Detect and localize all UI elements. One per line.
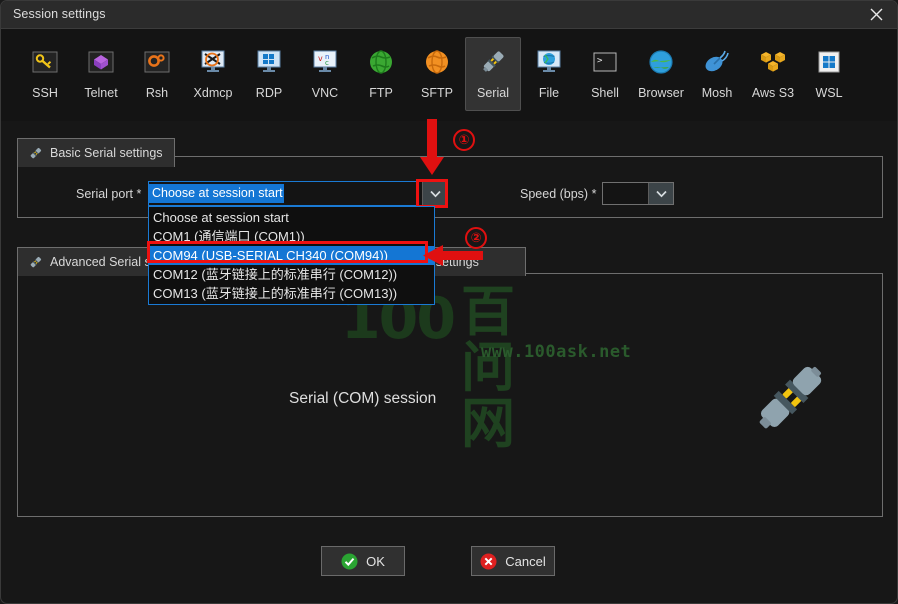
serial-plug-icon: [27, 145, 43, 161]
protocol-tool-label: FTP: [369, 86, 393, 100]
protocol-tool-label: SFTP: [421, 86, 453, 100]
x-monitor-icon: [197, 46, 229, 78]
x-circle-icon: [480, 553, 497, 570]
terminal-icon: >: [589, 46, 621, 78]
protocol-tool-mosh[interactable]: Mosh: [689, 37, 745, 111]
protocol-tool-label: Xdmcp: [194, 86, 233, 100]
svg-text:v: v: [318, 54, 323, 63]
orange-globe-icon: [421, 46, 453, 78]
check-circle-icon: [341, 553, 358, 570]
protocol-tool-list: SSH Telnet: [17, 37, 857, 111]
windows-icon: [813, 46, 845, 78]
protocol-tool-label: Shell: [591, 86, 619, 100]
protocol-tool-label: Rsh: [146, 86, 168, 100]
protocol-tool-ssh[interactable]: SSH: [17, 37, 73, 111]
file-monitor-icon: [533, 46, 565, 78]
annotation-marker-2: ②: [465, 227, 487, 249]
protocol-tool-label: Aws S3: [752, 86, 794, 100]
protocol-tool-sftp[interactable]: SFTP: [409, 37, 465, 111]
protocol-tool-wsl[interactable]: WSL: [801, 37, 857, 111]
protocol-tool-shell[interactable]: > Shell: [577, 37, 633, 111]
aws-cubes-icon: [757, 46, 789, 78]
protocol-tool-browser[interactable]: Browser: [633, 37, 689, 111]
close-icon: [870, 8, 883, 21]
svg-text:c: c: [325, 59, 329, 67]
serial-port-combobox[interactable]: Choose at session start: [148, 181, 448, 206]
session-settings-dialog: Session settings SSH: [0, 0, 898, 604]
windows-monitor-icon: [253, 46, 285, 78]
satellite-dish-icon: [701, 46, 733, 78]
protocol-tool-telnet[interactable]: Telnet: [73, 37, 129, 111]
protocol-tool-vnc[interactable]: v n c VNC: [297, 37, 353, 111]
dropdown-item-choose-at-session-start[interactable]: Choose at session start: [149, 208, 434, 227]
serial-port-dropdown-arrow[interactable]: [422, 182, 447, 205]
serial-plug-icon: [27, 254, 43, 270]
protocol-tool-serial[interactable]: Serial: [465, 37, 521, 111]
protocol-tool-label: WSL: [815, 86, 842, 100]
green-globe-icon: [365, 46, 397, 78]
serial-port-field[interactable]: Choose at session start: [149, 182, 422, 205]
serial-plug-illustration: [751, 359, 829, 437]
protocol-toolbar: SSH Telnet: [1, 29, 898, 121]
key-icon: [29, 46, 61, 78]
dropdown-item-com1[interactable]: COM1 (通信端口 (COM1)): [149, 227, 434, 246]
close-button[interactable]: [853, 1, 898, 28]
ok-button[interactable]: OK: [321, 546, 405, 576]
protocol-tool-label: SSH: [32, 86, 58, 100]
tab-basic-serial-settings-label: Basic Serial settings: [50, 146, 163, 160]
cancel-button[interactable]: Cancel: [471, 546, 555, 576]
protocol-tool-label: Telnet: [84, 86, 117, 100]
speed-dropdown-arrow[interactable]: [648, 183, 673, 204]
protocol-tool-aws-s3[interactable]: Aws S3: [745, 37, 801, 111]
protocol-tool-ftp[interactable]: FTP: [353, 37, 409, 111]
protocol-tool-file[interactable]: File: [521, 37, 577, 111]
protocol-tool-label: Mosh: [702, 86, 733, 100]
protocol-tool-label: Serial: [477, 86, 509, 100]
protocol-tool-rsh[interactable]: Rsh: [129, 37, 185, 111]
browser-globe-icon: [645, 46, 677, 78]
serial-plug-icon: [477, 46, 509, 78]
tab-basic-serial-settings[interactable]: Basic Serial settings: [17, 138, 175, 167]
chevron-down-icon: [430, 190, 441, 198]
title-bar: Session settings: [1, 1, 898, 29]
speed-combobox[interactable]: [602, 182, 674, 205]
cancel-button-label: Cancel: [505, 554, 545, 569]
ok-button-label: OK: [366, 554, 385, 569]
purple-cube-icon: [85, 46, 117, 78]
speed-field[interactable]: [603, 183, 648, 204]
window-title: Session settings: [13, 7, 106, 21]
serial-port-dropdown-list[interactable]: Choose at session start COM1 (通信端口 (COM1…: [148, 206, 435, 305]
protocol-tool-label: RDP: [256, 86, 282, 100]
annotation-marker-1: ①: [453, 129, 475, 151]
protocol-tool-rdp[interactable]: RDP: [241, 37, 297, 111]
protocol-tool-label: Browser: [638, 86, 684, 100]
dropdown-item-com12[interactable]: COM12 (蓝牙链接上的标准串行 (COM12)): [149, 265, 434, 284]
speed-label: Speed (bps) *: [520, 187, 596, 201]
protocol-tool-label: VNC: [312, 86, 338, 100]
chevron-down-icon: [656, 190, 667, 198]
protocol-tool-label: File: [539, 86, 559, 100]
serial-port-value: Choose at session start: [149, 184, 284, 203]
svg-text:>: >: [597, 56, 603, 66]
protocol-tool-xdmcp[interactable]: Xdmcp: [185, 37, 241, 111]
session-type-title: Serial (COM) session: [289, 390, 436, 408]
vnc-monitor-icon: v n c: [309, 46, 341, 78]
serial-port-label: Serial port *: [76, 187, 141, 201]
dropdown-item-com94[interactable]: COM94 (USB-SERIAL CH340 (COM94)): [149, 246, 434, 265]
orange-gears-icon: [141, 46, 173, 78]
dropdown-item-com13[interactable]: COM13 (蓝牙链接上的标准串行 (COM13)): [149, 284, 434, 303]
